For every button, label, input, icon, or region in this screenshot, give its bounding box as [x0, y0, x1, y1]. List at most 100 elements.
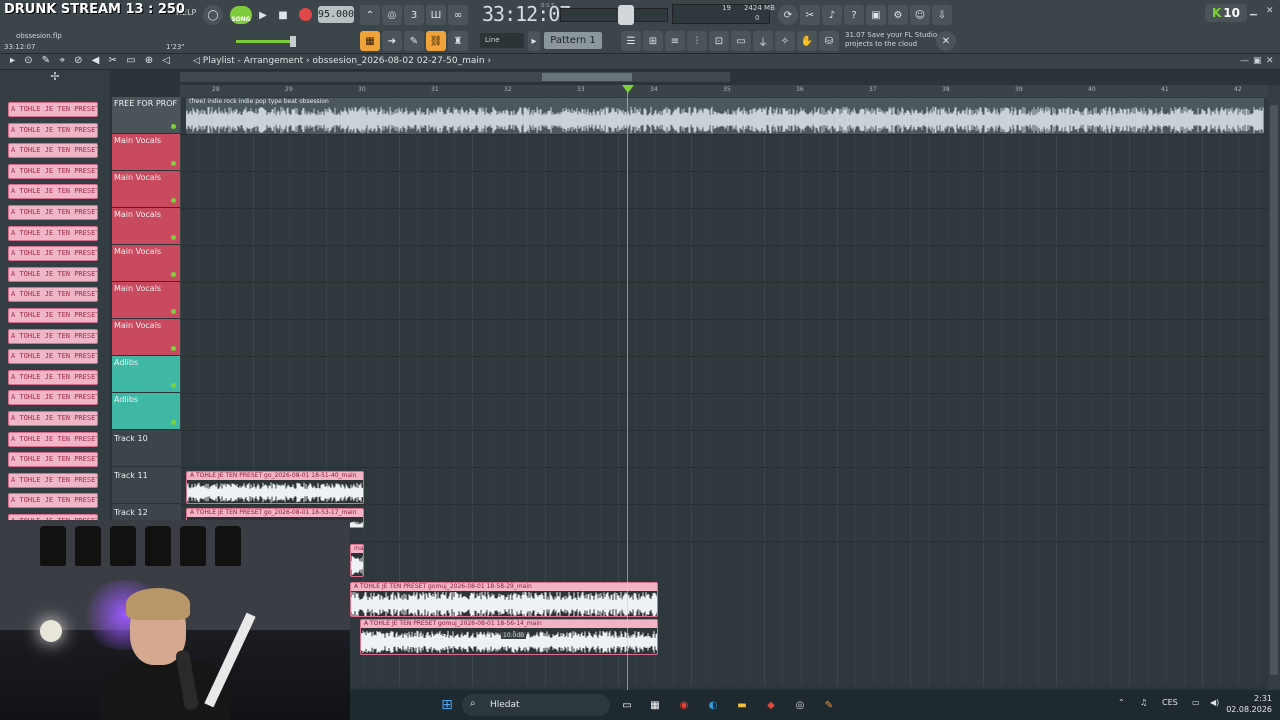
app-red-icon[interactable]: ◆	[762, 696, 780, 714]
picker-pattern-item[interactable]: A TOHLE JE TEN PRESET g	[8, 225, 98, 241]
track-mute-led-icon[interactable]	[171, 346, 176, 351]
track-mute-led-icon[interactable]	[171, 272, 176, 277]
picker-pattern-item[interactable]: A TOHLE JE TEN PRESET g	[8, 184, 98, 200]
playlist-minimize-icon[interactable]: —	[1240, 56, 1249, 66]
store-icon[interactable]: ⛁	[819, 31, 839, 51]
picker-pattern-item[interactable]: A TOHLE JE TEN PRESET g	[8, 431, 98, 447]
audio-clip[interactable]: (free) indie rock indie pop type beat ob…	[186, 98, 1264, 134]
tray-mic-icon[interactable]: ♫	[1140, 698, 1147, 707]
picker-pattern-item[interactable]: A TOHLE JE TEN PRESET g	[8, 472, 98, 488]
vertical-scrollbar[interactable]	[1268, 85, 1280, 690]
picker-pattern-item[interactable]: A TOHLE JE TEN PRESET g	[8, 102, 98, 117]
arrangement-name[interactable]: obssesion_2026-08-02 02-27-50_main	[313, 56, 485, 66]
taskbar-clock[interactable]: 2:31 02.08.2026	[1226, 693, 1272, 715]
picker-pattern-item[interactable]: A TOHLE JE TEN PRESET g	[8, 411, 98, 426]
volume-icon[interactable]: ◀)	[1210, 698, 1219, 707]
picker-pattern-item[interactable]: A TOHLE JE TEN PRESET g	[8, 452, 98, 468]
close-window-icon[interactable]: ✕	[1266, 6, 1274, 16]
arrow-icon[interactable]: ➜	[382, 31, 402, 51]
faders-icon[interactable]: ⫶	[687, 31, 707, 51]
picker-pattern-item[interactable]: A TOHLE JE TEN PRESET g	[8, 122, 98, 138]
playlist-tool-icons[interactable]: ▸ ⊙ ✎ ⌖ ⊘ ◀ ✂ ▭ ⊕ ◁	[10, 55, 173, 66]
metronome-icon[interactable]: ⌃	[360, 5, 380, 25]
help-icon[interactable]: ?	[844, 5, 864, 25]
countdown-icon[interactable]: 3	[404, 5, 424, 25]
cloud-close-icon[interactable]: ✕	[936, 31, 956, 51]
picker-pattern-item[interactable]: A TOHLE JE TEN PRESET g	[8, 308, 98, 323]
picker-pattern-item[interactable]: A TOHLE JE TEN PRESET g	[8, 266, 98, 282]
microphone-icon[interactable]: ♪	[822, 5, 842, 25]
track-header[interactable]: FREE FOR PROF	[112, 97, 180, 134]
track-header[interactable]: Main Vocals	[112, 319, 180, 356]
track-header[interactable]: Track 11	[112, 467, 180, 504]
audio-clip[interactable]: main	[350, 544, 364, 577]
save-icon[interactable]: ▣	[866, 5, 886, 25]
timeline-ruler[interactable]: 28 29 30 31 32 33 34 35 36 37 38 39 40 41 42	[180, 85, 1268, 97]
track-header[interactable]: Main Vocals	[112, 282, 180, 319]
picker-pattern-item[interactable]: A TOHLE JE TEN PRESET g	[8, 163, 98, 179]
master-volume-handle[interactable]	[290, 36, 296, 47]
mixer-icon[interactable]: ≡	[665, 31, 685, 51]
windows-start-icon[interactable]: ⊞	[438, 696, 456, 714]
touch-icon[interactable]: ✋	[797, 31, 817, 51]
play-icon[interactable]: ▶	[253, 5, 273, 25]
song-mode-toggle[interactable]: SONG	[230, 6, 252, 24]
horizontal-overview[interactable]	[180, 72, 730, 82]
piano-roll-icon[interactable]: ▦	[360, 31, 380, 51]
vertical-scroll-thumb[interactable]	[1270, 105, 1278, 675]
track-header[interactable]: Adlibs	[112, 356, 180, 393]
picker-pattern-item[interactable]: A TOHLE JE TEN PRESET g	[8, 246, 98, 262]
draw-icon[interactable]: ✎	[404, 31, 424, 51]
plugin-icon[interactable]: ⚙	[888, 5, 908, 25]
picker-toolbar-icon[interactable]: ✢	[0, 70, 110, 88]
track-mute-led-icon[interactable]	[171, 124, 176, 129]
playhead-line[interactable]	[627, 85, 628, 690]
track-header[interactable]: Track 10	[112, 430, 180, 467]
playlist-icon[interactable]: ☰	[621, 31, 641, 51]
picker-pattern-item[interactable]: A TOHLE JE TEN PRESET g	[8, 493, 98, 509]
track-header[interactable]: Main Vocals	[112, 171, 180, 208]
obs-icon[interactable]: ◎	[791, 696, 809, 714]
tempo-display[interactable]: 95.000	[318, 6, 354, 23]
refresh-icon[interactable]: ⟳	[778, 5, 798, 25]
song-position-clock[interactable]: 33:12:07	[482, 2, 571, 26]
taskbar-search[interactable]: ⌕ Hledat	[462, 694, 610, 716]
channel-rack-icon[interactable]: ⊞	[643, 31, 663, 51]
track-mute-led-icon[interactable]	[171, 309, 176, 314]
record-button[interactable]	[299, 8, 312, 21]
browser-icon[interactable]: ⊡	[709, 31, 729, 51]
playlist-maximize-icon[interactable]: ▣	[1253, 56, 1262, 66]
playlist-close-icon[interactable]: ✕	[1266, 56, 1274, 66]
chat-icon[interactable]: ☺	[910, 5, 930, 25]
pattern-prev-icon[interactable]: ▸	[528, 31, 540, 51]
audio-clip[interactable]: A TOHLE JE TEN PRESET gomuj_2026-08-01 1…	[350, 582, 658, 617]
track-mute-led-icon[interactable]	[171, 161, 176, 166]
store-taskbar-icon[interactable]: ▦	[646, 696, 664, 714]
cut-icon[interactable]: ✂	[800, 5, 820, 25]
snap-select[interactable]: Line	[480, 33, 524, 48]
step-edit-icon[interactable]: Ш	[426, 5, 446, 25]
pattern-selector[interactable]: Pattern 1	[544, 32, 602, 49]
link-icon[interactable]: ⛓	[426, 31, 446, 51]
tray-chevron-icon[interactable]: ⌃	[1118, 698, 1125, 707]
minimize-icon[interactable]: ▁	[1250, 6, 1257, 16]
playlist-arrow-icon[interactable]: ◁	[193, 56, 203, 66]
picker-pattern-item[interactable]: A TOHLE JE TEN PRESET g	[8, 349, 98, 365]
task-view-icon[interactable]: ▭	[618, 696, 636, 714]
overview-thumb[interactable]	[542, 73, 632, 81]
track-mute-led-icon[interactable]	[171, 235, 176, 240]
stamp-icon[interactable]: ♜	[448, 31, 468, 51]
language-indicator[interactable]: CES	[1162, 698, 1178, 707]
picker-pattern-item[interactable]: A TOHLE JE TEN PRESET g	[8, 143, 98, 159]
track-header[interactable]: Main Vocals	[112, 134, 180, 171]
track-mute-led-icon[interactable]	[171, 198, 176, 203]
track-mute-led-icon[interactable]	[171, 420, 176, 425]
master-volume-track[interactable]	[236, 40, 296, 43]
picker-pattern-item[interactable]: A TOHLE JE TEN PRESET g	[8, 390, 98, 406]
tools-icon[interactable]: ✧	[775, 31, 795, 51]
picker-pattern-item[interactable]: A TOHLE JE TEN PRESET g	[8, 369, 98, 385]
cloud-hint[interactable]: 31.07 Save your FL Studio projects to th…	[845, 31, 937, 49]
playhead-marker-icon[interactable]	[622, 85, 634, 93]
loop-record-icon[interactable]: ∞	[448, 5, 468, 25]
track-header[interactable]: Main Vocals	[112, 245, 180, 282]
